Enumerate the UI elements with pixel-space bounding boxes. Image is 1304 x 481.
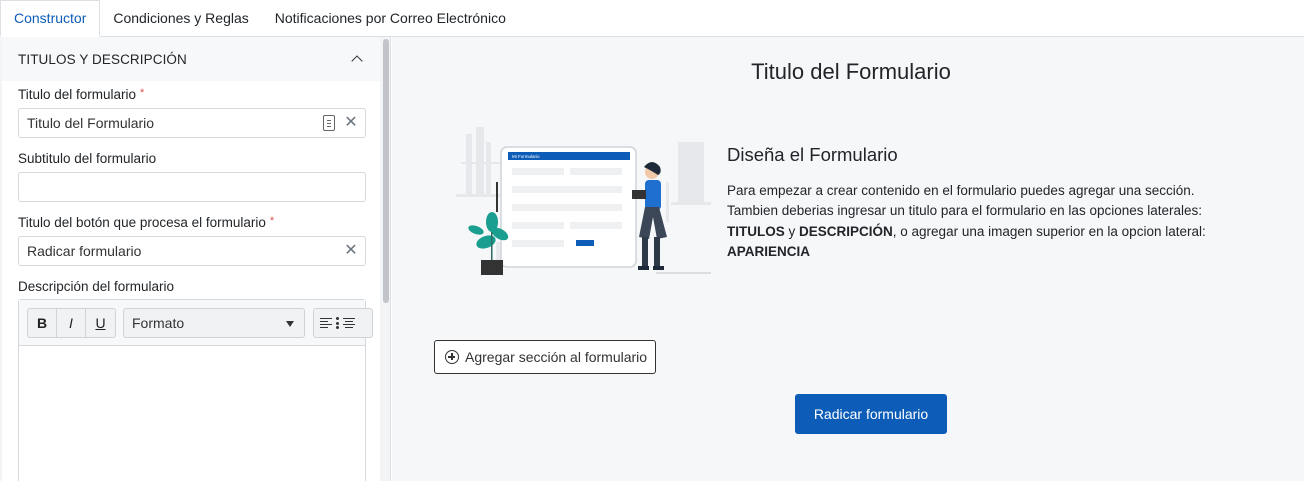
section-title: TITULOS Y DESCRIPCIÓN xyxy=(18,51,187,67)
section-header-titles[interactable]: TITULOS Y DESCRIPCIÓN xyxy=(2,37,380,81)
description-editor[interactable]: B I U Formato xyxy=(18,299,373,481)
form-title-label: Titulo del formulario * xyxy=(18,87,145,102)
form-subtitle-field: Subtitulo del formulario xyxy=(18,151,366,202)
tab-bar: Constructor Condiciones y Reglas Notific… xyxy=(0,0,1304,37)
illustration-header-text: Mi Formulario xyxy=(512,154,540,159)
design-heading: Diseña el Formulario xyxy=(727,144,898,165)
button-title-label: Titulo del botón que procesa el formular… xyxy=(18,215,275,230)
translate-icon[interactable] xyxy=(323,115,335,131)
builder-sidebar: TITULOS Y DESCRIPCIÓN Titulo del formula… xyxy=(0,37,391,481)
tab-email-notifications[interactable]: Notificaciones por Correo Electrónico xyxy=(262,0,519,36)
tab-constructor[interactable]: Constructor xyxy=(0,0,101,37)
clear-icon[interactable]: ✕ xyxy=(343,243,359,259)
chevron-up-icon[interactable] xyxy=(350,52,364,66)
caret-down-icon xyxy=(286,321,294,327)
text-style-group: B I U xyxy=(27,308,116,338)
button-title-field: Titulo del botón que procesa el formular… xyxy=(18,215,366,266)
underline-button[interactable]: U xyxy=(86,309,115,337)
plus-circle-icon xyxy=(445,350,459,364)
form-preview: Titulo del Formulario Mi Formulario Dise… xyxy=(392,37,1304,481)
page-title: Titulo del Formulario xyxy=(751,59,951,84)
align-left-icon[interactable] xyxy=(320,318,332,329)
form-title-field: Titulo del formulario * Titulo del Formul… xyxy=(18,87,366,138)
button-title-input[interactable]: Radicar formulario ✕ xyxy=(18,236,366,266)
description-field: Descripción del formulario xyxy=(18,279,366,297)
bold-button[interactable]: B xyxy=(28,309,57,337)
format-select[interactable]: Formato xyxy=(123,308,305,338)
add-section-button[interactable]: Agregar sección al formulario xyxy=(434,340,656,374)
clear-icon[interactable]: ✕ xyxy=(343,115,359,131)
form-subtitle-input[interactable] xyxy=(18,172,366,202)
submit-form-button[interactable]: Radicar formulario xyxy=(795,394,947,434)
align-group[interactable] xyxy=(313,308,373,338)
editor-toolbar: B I U Formato xyxy=(19,300,373,346)
design-instructions: Para empezar a crear contenido en el for… xyxy=(727,183,1206,259)
italic-button[interactable]: I xyxy=(57,309,86,337)
form-title-input[interactable]: Titulo del Formulario ✕ xyxy=(18,108,366,138)
form-subtitle-label: Subtitulo del formulario xyxy=(18,151,157,166)
align-center-icon[interactable] xyxy=(343,318,355,329)
sidebar-content: TITULOS Y DESCRIPCIÓN Titulo del formula… xyxy=(2,37,380,481)
description-label: Descripción del formulario xyxy=(18,279,175,294)
tab-conditions-rules[interactable]: Condiciones y Reglas xyxy=(100,0,261,36)
more-vertical-icon[interactable] xyxy=(336,317,339,329)
scroll-thumb[interactable] xyxy=(383,39,389,303)
sidebar-scrollbar[interactable] xyxy=(381,37,390,481)
form-illustration: Mi Formulario xyxy=(456,127,711,275)
